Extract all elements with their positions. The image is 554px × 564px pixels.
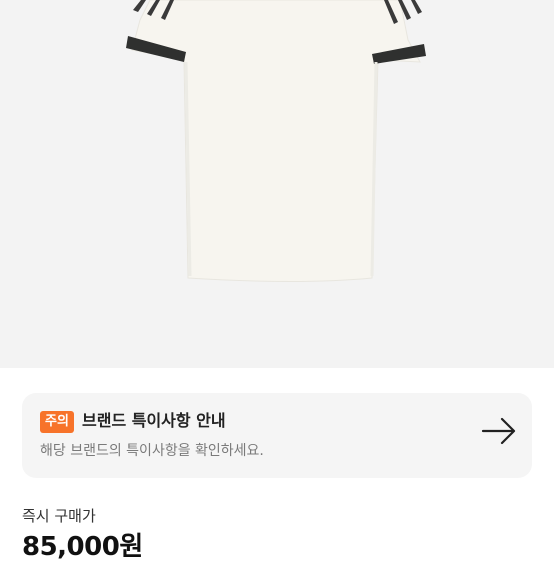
price-value: 85,000원 (22, 532, 143, 562)
brand-notice-card[interactable]: 주의 브랜드 특이사항 안내 해당 브랜드의 특이사항을 확인하세요. (22, 393, 532, 478)
notice-subtitle: 해당 브랜드의 특이사항을 확인하세요. (40, 443, 264, 459)
warning-badge: 주의 (40, 411, 74, 433)
tshirt-illustration (126, 0, 426, 282)
section-spacer (0, 368, 554, 378)
product-image[interactable] (0, 0, 554, 368)
notice-title: 브랜드 특이사항 안내 (82, 411, 226, 430)
price-label: 즉시 구매가 (22, 507, 96, 525)
arrow-right-icon[interactable] (480, 415, 518, 447)
